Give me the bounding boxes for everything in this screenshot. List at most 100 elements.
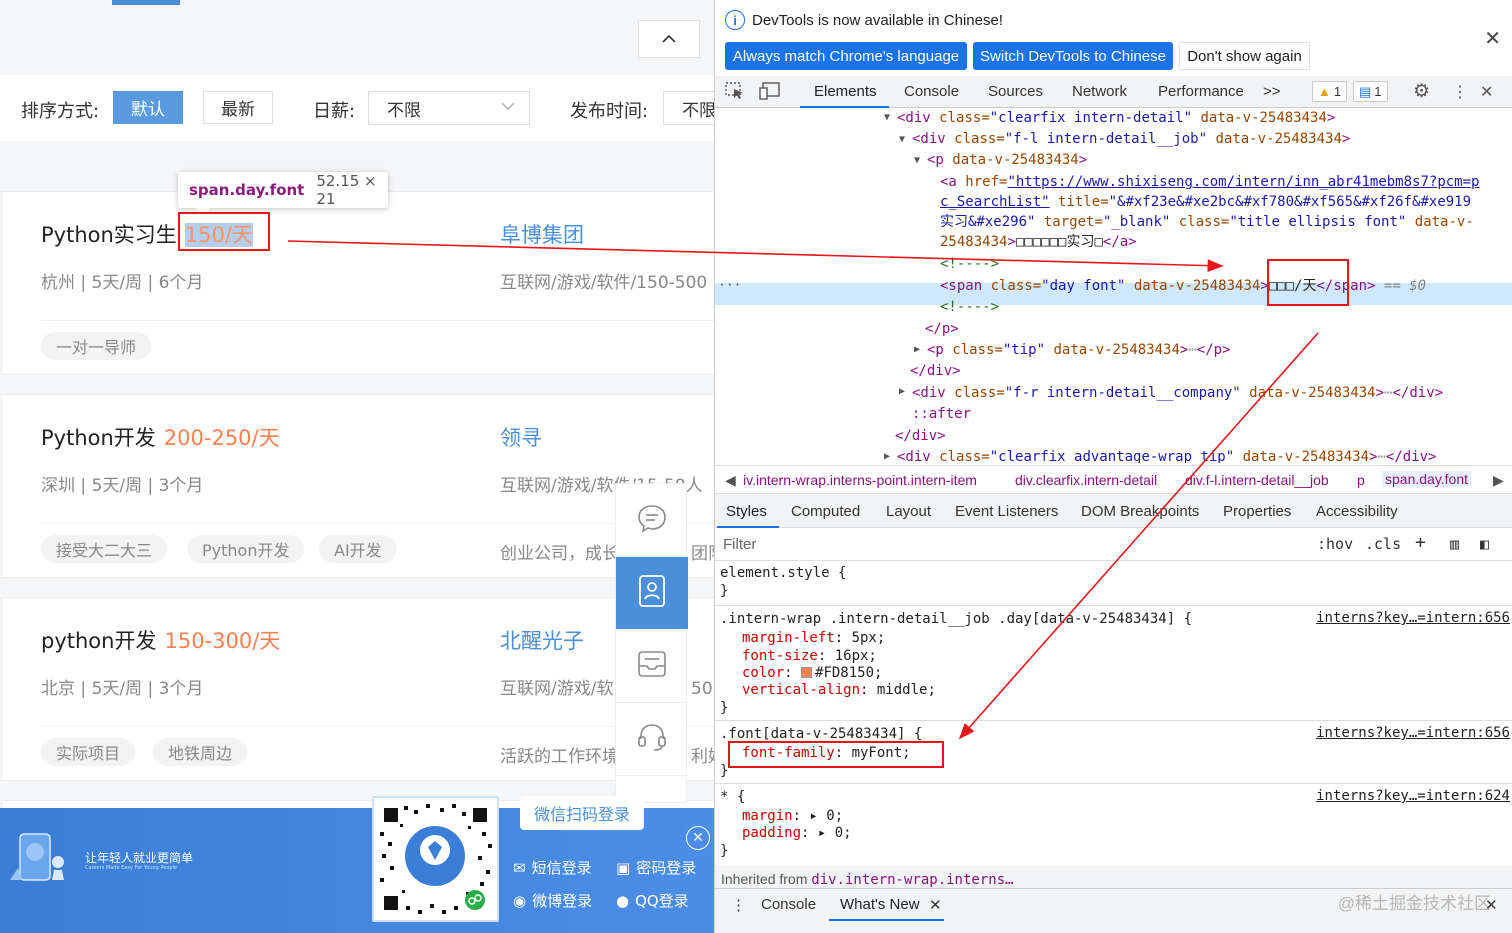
salary-select[interactable]: 不限 — [368, 91, 530, 125]
company-name[interactable]: 领寻 — [500, 422, 542, 452]
sort-default-button[interactable]: 默认 — [113, 91, 183, 124]
expand-triangle-icon[interactable]: ▼ — [914, 155, 920, 166]
tab-computed[interactable]: Computed — [791, 503, 860, 520]
tab-network[interactable]: Network — [1072, 83, 1127, 100]
breadcrumb-item[interactable]: iv.intern-wrap.interns-point.intern-item — [743, 472, 977, 488]
dom-pseudo-after[interactable]: ::after — [912, 404, 971, 425]
expand-triangle-icon[interactable]: ▼ — [899, 134, 905, 145]
job-title[interactable]: python开发 150-300/天 — [41, 625, 280, 655]
element-style-selector[interactable]: element.style { — [720, 564, 846, 582]
rule-source-link[interactable]: interns?key…=intern:656 — [1316, 610, 1510, 626]
dom-node[interactable]: <div class="f-l intern-detail__job" data… — [912, 129, 1350, 150]
login-qr-code[interactable] — [372, 796, 499, 922]
rule-source-link[interactable]: interns?key…=intern:656 — [1316, 725, 1510, 741]
dom-close-div[interactable]: </div> — [895, 426, 946, 447]
hover-state-toggle[interactable]: :hov — [1317, 535, 1353, 553]
collapse-triangle-icon[interactable]: ▶ — [914, 344, 920, 355]
dom-close-div[interactable]: </div> — [910, 361, 961, 382]
support-button[interactable] — [616, 703, 688, 776]
dom-node-anchor[interactable]: <a href="https://www.shixiseng.com/inter… — [940, 172, 1479, 193]
paint-bucket-icon[interactable]: ▥ — [1450, 535, 1459, 553]
css-property[interactable]: margin: ▸ 0; — [742, 807, 843, 825]
match-language-button[interactable]: Always match Chrome's language — [725, 42, 967, 70]
weibo-login-link[interactable]: ◉ 微博登录 — [513, 890, 592, 911]
job-card[interactable]: Python实习生 150/天 阜博集团 杭州 | 5天/周 | 6个月 互联网/… — [1, 191, 714, 375]
collapse-triangle-icon[interactable]: ▶ — [899, 386, 905, 397]
tab-event-listeners[interactable]: Event Listeners — [955, 503, 1058, 520]
message-button[interactable] — [616, 630, 688, 703]
tab-elements[interactable]: Elements — [814, 83, 877, 100]
breadcrumb-item[interactable]: div.clearfix.intern-detail — [1015, 472, 1157, 488]
qq-login-link[interactable]: ● QQ登录 — [616, 890, 689, 911]
job-card[interactable]: Python开发 200-250/天 领寻 深圳 | 5天/周 | 3个月 互联网… — [1, 394, 714, 578]
dom-comment[interactable]: <!----> — [940, 297, 999, 318]
switch-chinese-button[interactable]: Switch DevTools to Chinese — [973, 42, 1173, 70]
company-name[interactable]: 北醒光子 — [500, 625, 584, 655]
dom-node[interactable]: <p data-v-25483434> — [927, 150, 1087, 171]
expand-triangle-icon[interactable]: ▼ — [884, 112, 890, 123]
dom-node-advantage[interactable]: <div class="clearfix advantage-wrap tip"… — [897, 447, 1436, 463]
company-name[interactable]: 阜博集团 — [500, 219, 584, 249]
more-tabs-icon[interactable]: >> — [1263, 83, 1281, 100]
close-devtools-icon[interactable]: ✕ — [1480, 82, 1493, 102]
tab-sources[interactable]: Sources — [988, 83, 1043, 100]
warnings-badge[interactable]: ▲ 1 — [1312, 81, 1348, 102]
tab-performance[interactable]: Performance — [1158, 83, 1244, 100]
tab-layout[interactable]: Layout — [886, 503, 931, 520]
dom-node-tip[interactable]: <p class="tip" data-v-25483434>⋯</p> — [927, 340, 1230, 361]
breadcrumb-left-arrow-icon[interactable]: ◀ — [725, 472, 736, 489]
device-toggle-icon[interactable] — [759, 82, 781, 105]
dom-comment[interactable]: <!----> — [940, 254, 999, 275]
resume-button[interactable] — [616, 557, 688, 630]
rule-selector[interactable]: .intern-wrap .intern-detail__job .day[da… — [720, 610, 1192, 628]
rule-selector[interactable]: * { — [720, 788, 745, 806]
css-property[interactable]: font-size: 16px; — [742, 647, 877, 665]
new-rule-icon[interactable]: + — [1415, 532, 1426, 553]
wechat-login-label[interactable]: 微信扫码登录 — [520, 796, 644, 830]
dom-node[interactable]: <div class="clearfix intern-detail" data… — [897, 108, 1335, 129]
drawer-tab-console[interactable]: Console — [761, 896, 816, 913]
sidebar-toggle-icon[interactable]: ◧ — [1480, 535, 1489, 553]
styles-filter-input[interactable]: Filter — [723, 536, 756, 553]
more-options-icon[interactable]: ⋮ — [1452, 82, 1468, 102]
tab-properties[interactable]: Properties — [1223, 503, 1291, 520]
close-tab-icon[interactable]: ✕ — [929, 896, 942, 914]
dont-show-again-button[interactable]: Don't show again — [1179, 42, 1310, 70]
rule-source-link[interactable]: interns?key…=intern:624 — [1316, 788, 1510, 804]
chat-button[interactable] — [616, 484, 688, 557]
tab-styles[interactable]: Styles — [726, 503, 767, 520]
sort-latest-button[interactable]: 最新 — [203, 91, 273, 124]
tab-dom-breakpoints[interactable]: DOM Breakpoints — [1081, 503, 1199, 520]
password-login-link[interactable]: ▣ 密码登录 — [616, 857, 696, 878]
breadcrumb-item[interactable]: p — [1357, 472, 1365, 488]
publish-select[interactable]: 不限 — [663, 91, 714, 125]
node-actions-icon[interactable]: ··· — [718, 278, 741, 293]
drawer-tab-whats-new[interactable]: What's New — [840, 896, 920, 913]
drawer-menu-icon[interactable]: ⋮ — [731, 896, 746, 914]
css-property[interactable]: padding: ▸ 0; — [742, 824, 852, 842]
close-drawer-icon[interactable]: ✕ — [1485, 896, 1498, 914]
css-property[interactable]: margin-left: 5px; — [742, 629, 885, 647]
css-property[interactable]: vertical-align: middle; — [742, 681, 936, 699]
collapse-button[interactable] — [638, 20, 700, 58]
breadcrumb-item-current[interactable]: span.day.font — [1382, 471, 1472, 487]
inherited-selector[interactable]: div.intern-wrap.interns… — [811, 872, 1013, 888]
job-card[interactable]: python开发 150-300/天 北醒光子 北京 | 5天/周 | 3个月 互… — [1, 597, 714, 781]
messages-badge[interactable]: ▤ 1 — [1353, 81, 1388, 102]
collapse-triangle-icon[interactable]: ▶ — [884, 451, 890, 462]
dom-node-selected-span[interactable]: <span class="day font" data-v-25483434>□… — [940, 276, 1426, 297]
close-infobar-icon[interactable]: ✕ — [1484, 26, 1501, 51]
css-property[interactable]: color: #FD8150; — [742, 664, 882, 682]
class-toggle[interactable]: .cls — [1365, 535, 1401, 553]
job-title[interactable]: Python开发 200-250/天 — [41, 422, 280, 452]
settings-gear-icon[interactable]: ⚙ — [1413, 80, 1430, 103]
sms-login-link[interactable]: ✉ 短信登录 — [513, 857, 592, 878]
breadcrumb-right-arrow-icon[interactable]: ▶ — [1493, 472, 1504, 489]
tab-console[interactable]: Console — [904, 83, 959, 100]
breadcrumb-item[interactable]: div.f-l.intern-detail__job — [1185, 472, 1329, 488]
inspect-element-icon[interactable] — [725, 82, 745, 105]
tab-accessibility[interactable]: Accessibility — [1316, 503, 1398, 520]
dom-close-p[interactable]: </p> — [925, 319, 959, 340]
close-banner-button[interactable]: ✕ — [686, 826, 710, 850]
dom-node-company[interactable]: <div class="f-r intern-detail__company" … — [912, 383, 1443, 404]
